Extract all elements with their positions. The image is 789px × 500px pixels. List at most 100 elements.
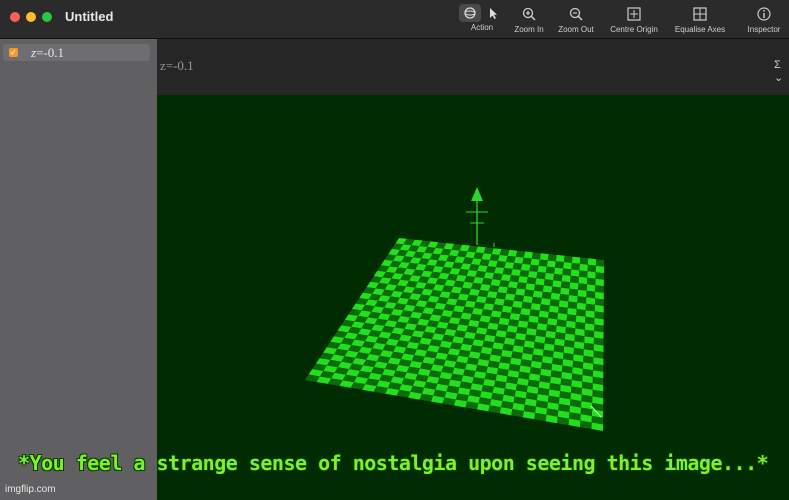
plane-tile [595, 291, 604, 300]
equation-row[interactable]: ✓ z=-0.1 [3, 44, 150, 61]
equation-label[interactable]: z=-0.1 [31, 45, 64, 61]
plane-tile [522, 257, 532, 265]
plane-tile [559, 293, 569, 302]
plane-tile [503, 299, 514, 307]
plane-tile [586, 284, 596, 292]
equation-expression: =-0.1 [36, 45, 64, 60]
imgflip-watermark: imgflip.com [5, 484, 56, 495]
plane-tile [558, 300, 569, 308]
zoom-out-button[interactable]: Zoom Out [555, 4, 597, 36]
plane-tile [595, 278, 604, 287]
plane-tile [512, 300, 523, 309]
plane-tile [497, 286, 508, 294]
plane-tile [587, 277, 596, 286]
plane-tile [543, 279, 554, 287]
centre-origin-button[interactable]: Centre Origin [605, 4, 663, 36]
plane-tile [501, 305, 513, 313]
centre-origin-label: Centre Origin [610, 25, 658, 34]
plane-tile [519, 314, 530, 322]
plane-tile [563, 255, 573, 263]
centre-origin-icon [605, 4, 663, 24]
plane-tile [576, 309, 586, 317]
plane-tile [586, 297, 596, 305]
plane-tile [594, 304, 604, 313]
plane-tile [557, 313, 568, 321]
plane-tile [513, 294, 525, 302]
plane-tile [579, 270, 588, 278]
plane-tile [514, 256, 524, 264]
plane-tile [574, 334, 585, 343]
3d-graph-view[interactable] [157, 95, 789, 500]
plane-tile [568, 295, 578, 303]
plane-tile [563, 262, 572, 270]
plane-tile [587, 264, 596, 273]
plane-tile [530, 258, 540, 266]
plane-tile [555, 261, 564, 269]
plane-tile [502, 268, 513, 276]
maximize-window-button[interactable] [42, 12, 52, 22]
plane-tile [500, 274, 512, 282]
plane-tile [550, 292, 561, 301]
plane-tile [575, 315, 586, 324]
plane-tile [548, 305, 559, 313]
view-header: z=-0.1 Σ ⌄ [157, 39, 789, 95]
plane-tile [541, 291, 552, 300]
plane-tile [506, 255, 516, 263]
plane-tile [539, 304, 550, 312]
plane-tile [515, 288, 526, 296]
plane-tile [562, 268, 572, 276]
zoom-in-button[interactable]: Zoom In [510, 4, 548, 36]
action-button[interactable]: Action [465, 23, 499, 35]
plane-tile [575, 321, 586, 330]
checkerboard-plane [305, 238, 604, 431]
mode-selector[interactable] [459, 4, 503, 22]
plane-tile [481, 309, 493, 317]
plane-tile [594, 311, 604, 320]
plane-tile [579, 263, 588, 272]
plane-tile [552, 280, 562, 288]
plane-tile [554, 267, 564, 275]
plane-tile [537, 316, 549, 325]
plane-tile [490, 310, 502, 318]
plane-tile [551, 286, 561, 294]
plane-tile [516, 282, 527, 290]
header-equation: z=-0.1 [160, 58, 194, 73]
plane-tile [560, 287, 570, 295]
plane-tile [538, 310, 549, 319]
plane-tile [578, 276, 588, 285]
plane-tile [567, 307, 577, 316]
plane-tile [486, 291, 498, 299]
window-title: Untitled [65, 9, 114, 24]
plane-surface [305, 187, 604, 431]
plane-tile [594, 318, 604, 326]
plane-tile [537, 265, 547, 273]
minimize-window-button[interactable] [26, 12, 36, 22]
plane-tile [531, 252, 541, 260]
meme-caption: *You feel a strange sense of nostalgia u… [18, 451, 769, 475]
sigma-menu-button[interactable]: Σ ⌄ [774, 59, 789, 84]
plane-tile [576, 302, 586, 311]
plane-tile [509, 275, 520, 283]
plane-tile [504, 293, 516, 301]
plane-tile [579, 257, 589, 265]
plane-tile [545, 266, 555, 274]
plane-tile [578, 283, 587, 291]
pointer-mode-icon[interactable] [486, 6, 500, 20]
plane-tile [534, 284, 544, 292]
close-window-button[interactable] [10, 12, 20, 22]
plane-tile [566, 314, 577, 322]
equation-visibility-checkbox[interactable]: ✓ [9, 48, 18, 57]
z-axis [466, 187, 495, 247]
plane-tile [539, 253, 549, 261]
plane-tile [483, 303, 495, 311]
rotate-mode-icon[interactable] [463, 6, 477, 20]
plane-tile [566, 320, 576, 329]
plane-tile [496, 261, 506, 268]
plane-tile [531, 296, 542, 305]
plane-tile [517, 320, 529, 328]
plane-tile [571, 263, 580, 271]
equalise-axes-button[interactable]: Equalise Axes [670, 4, 730, 36]
plane-tile [538, 259, 548, 267]
plane-tile [549, 299, 560, 307]
inspector-button[interactable]: Inspector [743, 4, 785, 36]
